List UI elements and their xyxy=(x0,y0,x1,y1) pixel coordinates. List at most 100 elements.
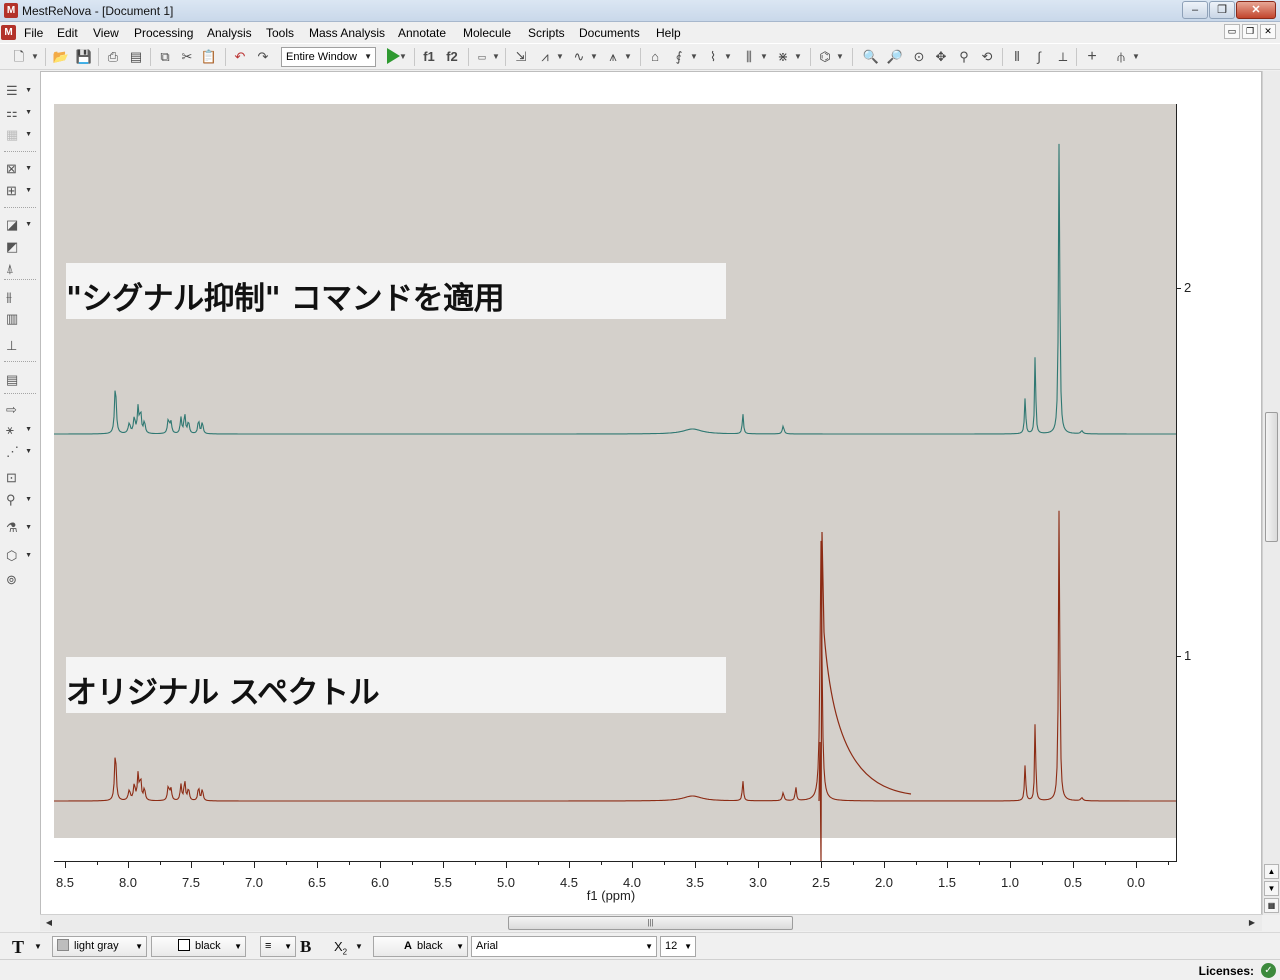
integrate-icon[interactable]: ⌂ xyxy=(646,48,664,66)
zoom-previous-icon[interactable]: ⟲ xyxy=(978,48,996,66)
stack-icon[interactable]: ⫼ xyxy=(740,48,758,66)
show-integrals-icon[interactable]: ∫ xyxy=(1030,48,1048,66)
menu-help[interactable]: Help xyxy=(656,26,681,40)
scroll-down-icon[interactable]: ▼ xyxy=(1264,881,1279,896)
phase-dropdown-icon[interactable]: ▼ xyxy=(556,48,564,66)
play-dropdown-icon[interactable]: ▼ xyxy=(399,48,407,66)
multiplet-dropdown-icon[interactable]: ▼ xyxy=(690,48,698,66)
peak-pick-dropdown-icon[interactable]: ▼ xyxy=(624,48,632,66)
cut-icon[interactable]: ✂ xyxy=(178,48,196,66)
mdi-restore-button[interactable]: ❐ xyxy=(1242,24,1258,39)
vertical-scrollbar[interactable]: ▲ ▼ ▦ xyxy=(1262,71,1280,915)
paste-icon[interactable]: 📋 xyxy=(200,48,218,66)
bold-icon[interactable]: B xyxy=(300,938,311,956)
scroll-page-icon[interactable]: ▦ xyxy=(1264,898,1279,913)
superimpose-dropdown-icon[interactable]: ▼ xyxy=(794,48,802,66)
molecule-icon[interactable]: ⌬ xyxy=(816,48,834,66)
license-ok-icon[interactable]: ✓ xyxy=(1261,963,1276,978)
superimpose-icon[interactable]: ⋇ xyxy=(774,48,792,66)
fit-icon[interactable]: ⌇ xyxy=(704,48,722,66)
close-button[interactable]: ✕ xyxy=(1236,1,1276,19)
pan-icon[interactable]: ✥ xyxy=(932,48,950,66)
fill-color-select[interactable]: light gray ▼ xyxy=(52,936,147,957)
vertical-scroll-thumb[interactable] xyxy=(1265,412,1278,542)
scroll-left-icon[interactable]: ◀ xyxy=(42,916,56,930)
document-icon[interactable]: M xyxy=(1,25,16,40)
minimize-button[interactable]: ‒ xyxy=(1182,1,1208,19)
save-icon[interactable]: 💾 xyxy=(75,48,93,66)
histogram-icon[interactable]: ⫵ xyxy=(6,288,32,306)
redo-icon[interactable]: ↷ xyxy=(254,48,272,66)
menu-tools[interactable]: Tools xyxy=(266,26,294,40)
new-document-icon[interactable]: 🗋 xyxy=(10,48,28,66)
predict-icon[interactable]: ⋰ ▼ xyxy=(6,443,32,461)
text-tool-icon[interactable]: T xyxy=(12,938,24,956)
chart-icon[interactable]: ◪ ▼ xyxy=(6,216,32,234)
ring-icon[interactable]: ⊚ xyxy=(6,571,32,589)
table-icon[interactable]: ▥ xyxy=(6,310,32,328)
menu-scripts[interactable]: Scripts xyxy=(528,26,565,40)
zoom-out-icon[interactable]: 🔎 xyxy=(886,48,904,66)
undo-icon[interactable]: ↶ xyxy=(231,48,249,66)
show-peaks-icon[interactable]: ⫴ xyxy=(1008,48,1026,66)
bottom-annotation-box[interactable]: オリジナル スペクトル xyxy=(66,657,726,713)
menu-documents[interactable]: Documents xyxy=(579,26,640,40)
layout-icon[interactable]: ⊞ ▼ xyxy=(6,182,32,200)
verify-icon[interactable]: ⊡ xyxy=(6,469,32,487)
f1-button[interactable]: f1 xyxy=(420,48,438,66)
export-icon[interactable]: ⇨ xyxy=(6,401,32,419)
print-preview-icon[interactable]: ▤ xyxy=(127,48,145,66)
zoom-mode-select[interactable]: Entire Window ▼ xyxy=(281,47,376,67)
zoom-in-icon[interactable]: 🔍 xyxy=(862,48,880,66)
spectrum-icon[interactable]: ⍋ xyxy=(6,260,32,278)
align-select[interactable]: ≡ ▼ xyxy=(260,936,296,957)
fid-dropdown-icon[interactable]: ▼ xyxy=(492,48,500,66)
font-family-select[interactable]: Arial ▼ xyxy=(471,936,657,957)
scroll-right-icon[interactable]: ▶ xyxy=(1245,916,1259,930)
scroll-up-icon[interactable]: ▲ xyxy=(1264,864,1279,879)
plot-icon[interactable]: ◩ xyxy=(6,238,32,256)
line-color-select[interactable]: black ▼ xyxy=(151,936,246,957)
baseline-dropdown-icon[interactable]: ▼ xyxy=(590,48,598,66)
print-icon[interactable]: ⎙ xyxy=(104,48,122,66)
fid-icon[interactable]: ▭ xyxy=(473,48,491,66)
user-tools-icon[interactable]: ⫛ xyxy=(1112,48,1130,66)
crosshair-icon[interactable]: + xyxy=(1083,48,1101,66)
tree-view-icon[interactable]: ⚏ ▼ xyxy=(6,104,32,122)
report-icon[interactable]: ▤ xyxy=(6,371,32,389)
baseline-icon[interactable]: ∿ xyxy=(570,48,588,66)
assign-icon[interactable]: ⚹ ▼ xyxy=(6,421,32,439)
menu-annotate[interactable]: Annotate xyxy=(398,26,446,40)
grid-view-icon[interactable]: ▦ ▼ xyxy=(6,126,32,144)
menu-processing[interactable]: Processing xyxy=(134,26,193,40)
restore-button[interactable]: ❐ xyxy=(1209,1,1235,19)
menu-mass-analysis[interactable]: Mass Analysis xyxy=(309,26,385,40)
fit-dropdown-icon[interactable]: ▼ xyxy=(724,48,732,66)
phase-icon[interactable]: ⩘ xyxy=(536,48,554,66)
peak-icon[interactable]: ⊥ xyxy=(6,337,32,355)
font-size-select[interactable]: 12 ▼ xyxy=(660,936,696,957)
peak-pick-icon[interactable]: ⩚ xyxy=(604,48,622,66)
f2-button[interactable]: f2 xyxy=(442,48,462,66)
menu-file[interactable]: File xyxy=(24,26,43,40)
open-folder-icon[interactable]: 📂 xyxy=(52,48,70,66)
horizontal-scroll-thumb[interactable]: ||| xyxy=(508,916,793,930)
menu-edit[interactable]: Edit xyxy=(57,26,78,40)
menu-molecule[interactable]: Molecule xyxy=(463,26,511,40)
list-view-icon[interactable]: ☰ ▼ xyxy=(6,82,32,100)
mdi-minimize-button[interactable]: ▭ xyxy=(1224,24,1240,39)
molecule-dropdown-icon[interactable]: ▼ xyxy=(836,48,844,66)
text-tool-dropdown-icon[interactable]: ▼ xyxy=(34,938,42,956)
cursor-icon[interactable]: ⇲ xyxy=(512,48,530,66)
select-area-icon[interactable]: ⊠ ▼ xyxy=(6,160,32,178)
flask-icon[interactable]: ⚗ ▼ xyxy=(6,519,32,537)
mdi-close-button[interactable]: ✕ xyxy=(1260,24,1276,39)
user-tools-dropdown-icon[interactable]: ▼ xyxy=(1132,48,1140,66)
stack-dropdown-icon[interactable]: ▼ xyxy=(760,48,768,66)
zoom-fit-icon[interactable]: ⊙ xyxy=(910,48,928,66)
zoom-selection-icon[interactable]: ⚲ xyxy=(955,48,973,66)
menu-view[interactable]: View xyxy=(93,26,119,40)
multiplet-icon[interactable]: ⨐ xyxy=(670,48,688,66)
new-dropdown-icon[interactable]: ▼ xyxy=(30,48,40,66)
subscript-dropdown-icon[interactable]: ▼ xyxy=(355,938,363,956)
